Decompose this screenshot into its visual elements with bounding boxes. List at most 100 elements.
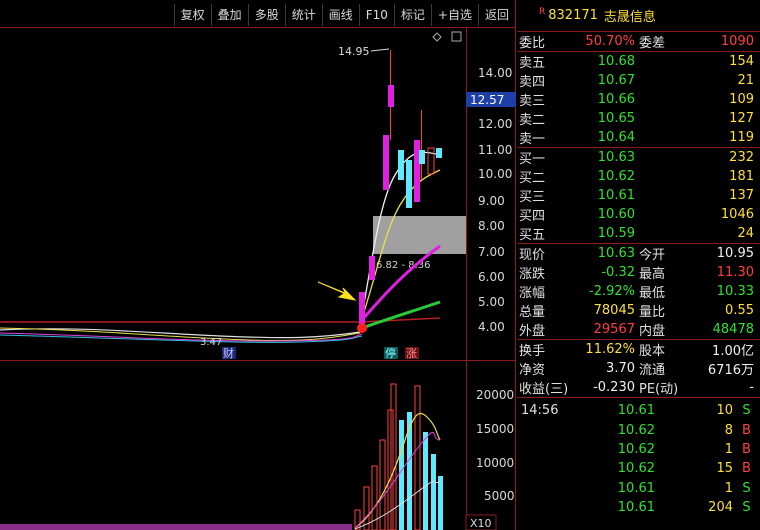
ask-row[interactable]: 卖一 10.64 119 <box>517 128 760 147</box>
quote-value: 10.33 <box>716 284 754 299</box>
bid-volume: 1046 <box>720 207 754 222</box>
breakout-dot <box>357 323 367 333</box>
quote-label: 最低 <box>639 286 666 301</box>
ask-row[interactable]: 卖四 10.67 21 <box>517 71 760 90</box>
fundamental-label: 股本 <box>639 344 666 359</box>
arrow-marker-icon <box>317 281 357 301</box>
candle <box>369 256 375 280</box>
quote-label: 涨跌 <box>519 267 546 282</box>
stock-header: R 832171 志晟信息 <box>517 0 760 32</box>
bid-row[interactable]: 买一 10.63 232 <box>517 148 760 167</box>
volume-tick: 15000 <box>476 422 514 436</box>
bid-price: 10.60 <box>597 207 635 222</box>
bid-label: 买三 <box>519 190 546 205</box>
price-tick: 5.00 <box>478 295 505 309</box>
ma-line-long <box>0 317 441 323</box>
fundamental-label: 净资 <box>519 363 546 378</box>
tick-volume: 8 <box>724 422 733 438</box>
tick-price: 10.62 <box>617 461 655 477</box>
tick-list[interactable]: 14:56 10.61 10 S 10.62 8 B 10.62 1 B 10.62 15 B 1… <box>517 398 760 517</box>
weibi-section: 委比 50.70% 委差 1090 <box>517 32 760 52</box>
high-arrow <box>370 48 390 52</box>
bid-row[interactable]: 买三 10.61 137 <box>517 186 760 205</box>
weibi-label: 委比 <box>519 36 546 51</box>
fundamental-row: 净资 3.70 流通 6716万 <box>517 359 760 378</box>
candle <box>359 292 365 326</box>
volume-bar <box>438 476 443 530</box>
volume-axis: 20000 15000 10000 5000 <box>476 388 515 503</box>
fundamental-value: - <box>749 380 754 395</box>
fundamental-value: -0.230 <box>593 380 635 395</box>
tick-row: 10.62 15 B <box>517 459 760 478</box>
candle <box>436 148 442 158</box>
volume-bars <box>0 383 443 530</box>
ask-row[interactable]: 卖二 10.65 127 <box>517 109 760 128</box>
candle <box>398 150 404 180</box>
price-tick: 12.00 <box>478 117 512 131</box>
bid-volume: 181 <box>729 169 754 184</box>
ask-volume: 154 <box>729 54 754 69</box>
ask-row[interactable]: 卖五 10.68 154 <box>517 52 760 71</box>
bid-row[interactable]: 买二 10.62 181 <box>517 167 760 186</box>
volume-bar <box>407 412 412 530</box>
high-price-annotation: 14.95 <box>338 45 370 58</box>
price-tick: 7.00 <box>478 245 505 259</box>
quote-value: 78045 <box>593 303 635 318</box>
chart-panel[interactable]: 复权 叠加 多股 统计 画线 F10 标记 +自选 返回 14.00 12.00… <box>0 0 516 530</box>
weibi-value: 50.70% <box>585 34 635 49</box>
current-price-label: 12.57 <box>470 93 504 107</box>
weicha-value: 1090 <box>720 34 754 49</box>
candle <box>427 147 435 175</box>
ask-volume: 119 <box>729 130 754 145</box>
ask-label: 卖五 <box>519 56 546 71</box>
ask-row[interactable]: 卖三 10.66 109 <box>517 90 760 109</box>
volume-unit-label: X10 <box>470 517 492 530</box>
weicha-label: 委差 <box>639 36 666 51</box>
cai-marker-label: 财 <box>223 346 234 360</box>
low-price-annotation: 3.47 <box>200 337 222 348</box>
candle <box>406 160 412 208</box>
volume-bar <box>414 385 421 530</box>
candle <box>414 140 420 202</box>
ask-volume: 109 <box>729 92 754 107</box>
bid-label: 买一 <box>519 152 546 167</box>
tick-volume: 10 <box>716 403 733 419</box>
fundamental-value: 6716万 <box>707 363 754 378</box>
tick-price: 10.62 <box>617 441 655 457</box>
ask-label: 卖一 <box>519 132 546 147</box>
tick-row: 10.62 8 B <box>517 420 760 439</box>
stock-flag: R <box>539 6 546 17</box>
zhang-marker-label: 涨 <box>406 347 417 360</box>
ma-line-cyan <box>0 334 363 343</box>
bid-volume: 137 <box>729 188 754 203</box>
fundamental-row: 收益(三) -0.230 PE(动) - <box>517 378 760 397</box>
volume-tick: 5000 <box>484 489 515 503</box>
tick-row: 14:56 10.61 10 S <box>517 401 760 420</box>
quote-label: 内盘 <box>639 324 666 339</box>
square-icon[interactable] <box>451 31 462 42</box>
quote-label: 外盘 <box>519 324 546 339</box>
bid-price: 10.63 <box>597 150 635 165</box>
quote-value: -2.92% <box>589 284 635 299</box>
ask-label: 卖四 <box>519 75 546 90</box>
quote-value: 0.55 <box>725 303 754 318</box>
kline-chart[interactable]: 14.00 12.00 11.00 10.00 9.00 8.00 7.00 6… <box>0 0 516 530</box>
fundamental-value: 3.70 <box>606 361 635 376</box>
price-tick: 10.00 <box>478 167 512 181</box>
quote-label: 涨幅 <box>519 286 546 301</box>
diamond-icon[interactable] <box>432 32 442 42</box>
bid-row[interactable]: 买四 10.60 1046 <box>517 205 760 224</box>
fundamental-row: 换手 11.62% 股本 1.00亿 <box>517 340 760 359</box>
bid-label: 买五 <box>519 228 546 243</box>
candles <box>359 50 442 326</box>
ask-price: 10.68 <box>597 54 635 69</box>
fundamental-label: 收益(三) <box>519 382 569 397</box>
quote-row: 外盘 29567 内盘 48478 <box>517 320 760 339</box>
quote-panel: R 832171 志晟信息 委比 50.70% 委差 1090 卖五 10.68 1… <box>517 0 760 530</box>
bid-volume: 232 <box>729 150 754 165</box>
tick-row: 10.61 1 S <box>517 479 760 498</box>
volume-bar <box>423 432 428 530</box>
candle <box>383 135 389 190</box>
bid-row[interactable]: 买五 10.59 24 <box>517 224 760 243</box>
bid-label: 买二 <box>519 171 546 186</box>
